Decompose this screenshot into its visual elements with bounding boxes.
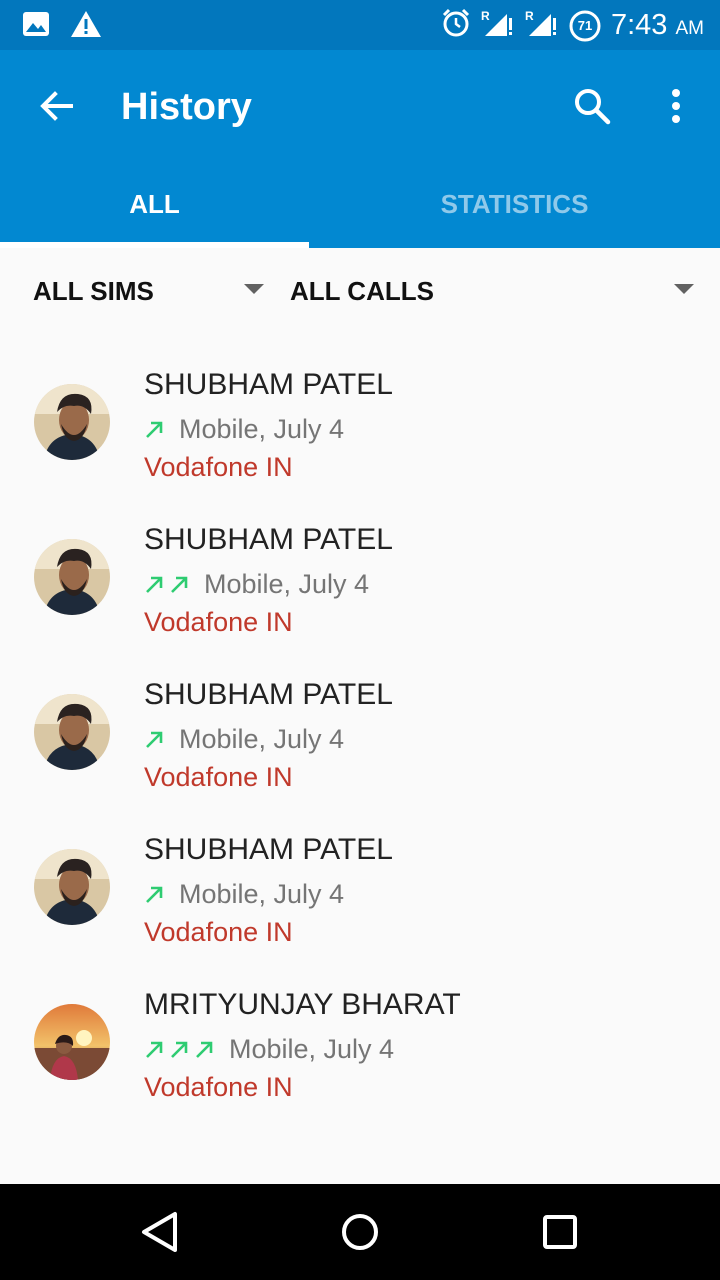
navigation-bar — [0, 1184, 720, 1280]
call-direction-indicators — [144, 574, 190, 595]
battery-icon: 71 — [569, 10, 601, 42]
app-bar: History ALL STATISTICS — [0, 50, 720, 248]
call-details: Mobile, July 4 — [144, 724, 344, 755]
back-triangle-icon — [142, 1212, 177, 1252]
call-type-date: Mobile, July 4 — [229, 1034, 395, 1064]
page-title: History — [121, 86, 252, 128]
call-history-item[interactable]: MRITYUNJAY BHARAT Mobile, July 4 Vodafone … — [0, 988, 720, 1143]
outgoing-call-icon — [171, 1041, 188, 1058]
call-history-item[interactable]: SHUBHAM PATEL Mobile, July 4 Vodafone IN — [0, 833, 720, 988]
call-details: Mobile, July 4 — [144, 414, 344, 445]
sim-carrier-label: Vodafone IN — [144, 762, 293, 792]
nav-back-button[interactable] — [134, 1206, 186, 1258]
contact-avatar[interactable] — [34, 694, 110, 770]
contact-name: SHUBHAM PATEL — [144, 678, 393, 711]
call-history-list: Mobile, July 4Vodafone INSHUBHAM PATELMo… — [0, 330, 720, 1184]
call-filter-label: ALL CALLS — [290, 276, 434, 306]
call-direction-indicators — [144, 729, 165, 750]
time-ampm: AM — [675, 18, 705, 39]
signal-icon: R — [481, 8, 515, 43]
tab-statistics[interactable]: STATISTICS — [309, 160, 720, 248]
call-details: Mobile, July 4 — [144, 879, 344, 910]
sim-filter-label: ALL SIMS — [33, 276, 154, 306]
sim-filter-dropdown[interactable]: ALL SIMS — [0, 248, 280, 330]
outgoing-call-icon — [146, 576, 163, 593]
call-details: Mobile, July 4 — [144, 1034, 394, 1065]
more-options-button[interactable] — [652, 82, 700, 130]
contact-avatar[interactable] — [34, 384, 110, 460]
status-bar: R R 71 7:43 AM — [0, 0, 720, 50]
outgoing-call-icon — [146, 731, 163, 748]
contact-name: MRITYUNJAY BHARAT — [144, 988, 461, 1021]
outgoing-call-icon — [171, 576, 188, 593]
image-icon — [22, 11, 50, 42]
nav-home-button[interactable] — [334, 1206, 386, 1258]
call-type-date: Mobile, July 4 — [179, 724, 345, 754]
call-direction-indicators — [144, 419, 165, 440]
sim-carrier-label: Vodafone IN — [144, 607, 293, 637]
svg-text:R: R — [481, 9, 490, 23]
nav-recents-button[interactable] — [534, 1206, 586, 1258]
recents-square-icon — [543, 1215, 577, 1249]
alarm-icon — [441, 8, 471, 43]
chevron-down-icon — [244, 284, 264, 294]
outgoing-call-icon — [146, 1041, 163, 1058]
call-history-item[interactable]: SHUBHAM PATEL Mobile, July 4 Vodafone IN — [0, 523, 720, 678]
filter-bar: ALL SIMS ALL CALLS — [0, 248, 720, 330]
call-history-item[interactable]: SHUBHAM PATEL Mobile, July 4 Vodafone IN — [0, 368, 720, 523]
search-button[interactable] — [568, 82, 616, 130]
tab-all[interactable]: ALL — [0, 160, 309, 248]
contact-name: SHUBHAM PATEL — [144, 368, 393, 401]
outgoing-call-icon — [146, 886, 163, 903]
sim-carrier-label: Vodafone IN — [144, 1072, 293, 1102]
call-direction-indicators — [144, 884, 165, 905]
signal-icon: R — [525, 8, 559, 43]
call-type-date: Mobile, July 4 — [204, 569, 370, 599]
call-details: Mobile, July 4 — [144, 569, 369, 600]
svg-text:R: R — [525, 9, 534, 23]
call-direction-indicators — [144, 1039, 215, 1060]
call-type-date: Mobile, July 4 — [179, 879, 345, 909]
outgoing-call-icon — [146, 421, 163, 438]
contact-name: SHUBHAM PATEL — [144, 523, 393, 556]
contact-name: SHUBHAM PATEL — [144, 833, 393, 866]
battery-level: 71 — [577, 17, 593, 33]
status-time: 7:43 AM — [611, 9, 704, 42]
warning-icon — [70, 10, 102, 43]
search-icon — [575, 89, 611, 125]
chevron-down-icon — [674, 284, 694, 294]
sim-carrier-label: Vodafone IN — [144, 917, 293, 947]
call-history-item[interactable]: Mobile, July 4Vodafone IN — [0, 330, 720, 368]
more-vert-icon — [672, 89, 680, 123]
back-arrow-icon — [40, 91, 73, 121]
back-button[interactable] — [32, 82, 80, 130]
contact-avatar[interactable] — [34, 849, 110, 925]
outgoing-call-icon — [196, 1041, 213, 1058]
call-history-item[interactable]: SHUBHAM PATEL Mobile, July 4 Vodafone IN — [0, 678, 720, 833]
contact-avatar[interactable] — [34, 539, 110, 615]
call-filter-dropdown[interactable]: ALL CALLS — [280, 248, 720, 330]
sim-carrier-label: Vodafone IN — [144, 452, 293, 482]
home-circle-icon — [342, 1214, 378, 1250]
call-type-date: Mobile, July 4 — [179, 414, 345, 444]
contact-avatar[interactable] — [34, 1004, 110, 1080]
time-value: 7:43 — [610, 9, 668, 41]
